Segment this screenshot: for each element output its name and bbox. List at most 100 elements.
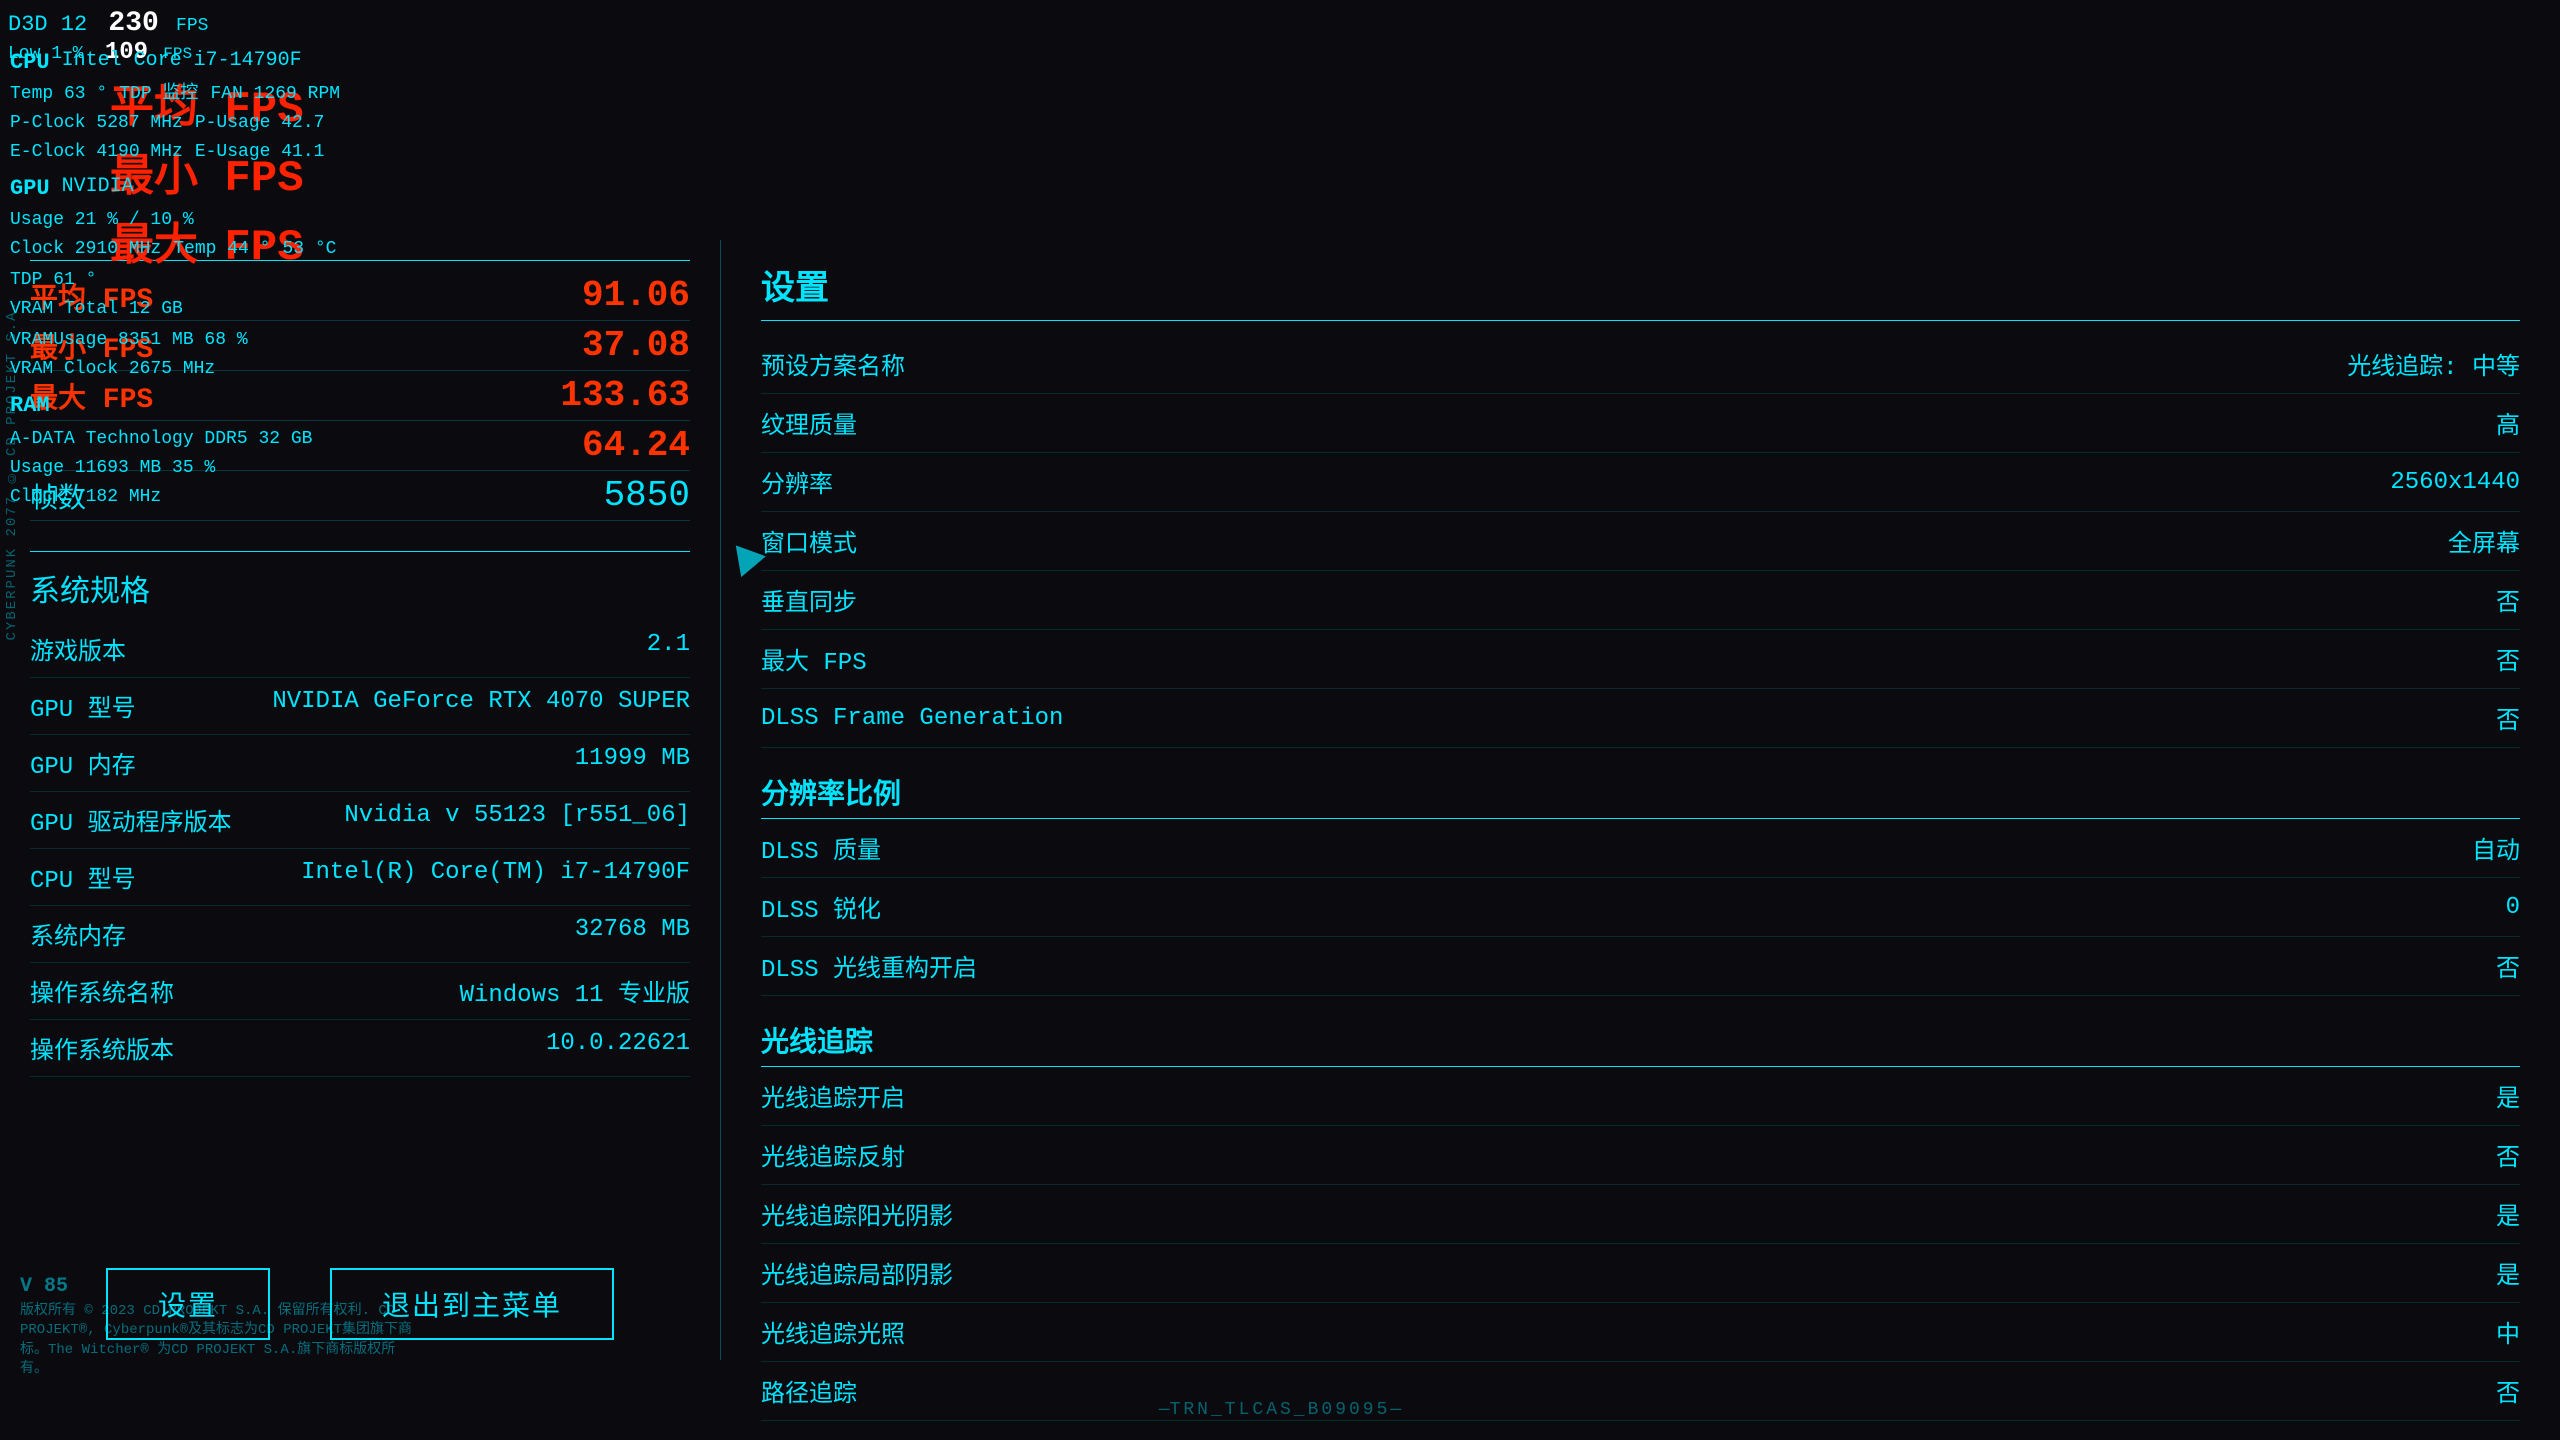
spec-key: 操作系统名称 <box>30 973 174 1009</box>
settings-key: 最大 FPS <box>761 641 867 677</box>
d3d-label: D3D 12 <box>8 12 87 37</box>
cpu-model: Intel Core i7-14790F <box>62 46 302 79</box>
spec-key: GPU 内存 <box>30 745 136 781</box>
spec-val: 11999 MB <box>575 745 690 781</box>
settings-row: DLSS Frame Generation否 <box>761 689 2520 748</box>
version-label: V 85 <box>20 1275 68 1298</box>
general-settings-rows: 预设方案名称 光线追踪: 中等纹理质量高分辨率 2560x1440 窗口模式 全屏幕垂直… <box>761 335 2520 748</box>
spec-val: 10.0.22621 <box>546 1030 690 1066</box>
raytracing-val: 是 <box>2496 1196 2520 1232</box>
specs-title: 系统规格 <box>30 552 690 621</box>
raytracing-row: 光线追踪反射 否 <box>761 1126 2520 1185</box>
resolution-val: 否 <box>2496 948 2520 984</box>
settings-key: 预设方案名称 <box>761 346 905 382</box>
right-panel: 设置 预设方案名称 光线追踪: 中等纹理质量高分辨率 2560x1440 窗口模式 全屏… <box>720 240 2560 1360</box>
version-info: V 85 版权所有 © 2023 CD PROJEKT S.A. 保留所有权利.… <box>20 1275 420 1380</box>
settings-key: 垂直同步 <box>761 582 857 618</box>
resolution-row: DLSS 锐化0 <box>761 878 2520 937</box>
cpu-pusage: P-Usage 42.7 <box>195 110 325 137</box>
fps-extra-value: 64.24 <box>490 425 690 466</box>
spec-key: 游戏版本 <box>30 631 126 667</box>
settings-row: 分辨率 2560x1440 <box>761 453 2520 512</box>
spec-row: GPU 型号 NVIDIA GeForce RTX 4070 SUPER <box>30 678 690 735</box>
spec-row: 游戏版本2.1 <box>30 621 690 678</box>
settings-key: 分辨率 <box>761 464 833 500</box>
settings-val: 否 <box>2496 641 2520 677</box>
resolution-row: DLSS 光线重构开启 否 <box>761 937 2520 996</box>
cpu-temp: Temp 63 ° <box>10 81 107 108</box>
settings-key: 纹理质量 <box>761 405 857 441</box>
settings-val: 2560x1440 <box>2390 469 2520 496</box>
fps-avg-value: 91.06 <box>490 275 690 316</box>
bottom-bar: — TRN_TLCAS_B09095 — <box>0 1400 2560 1420</box>
cpu-pclock: P-Clock 5287 MHz <box>10 110 183 137</box>
spec-key: 操作系统版本 <box>30 1030 174 1066</box>
gpu-label: GPU <box>10 172 50 205</box>
ram-usage: Usage 11693 MB 35 % <box>10 455 215 482</box>
gpu-temp1: Temp 44 ° <box>173 236 270 263</box>
settings-row: 纹理质量高 <box>761 394 2520 453</box>
resolution-rows: DLSS 质量自动DLSS 锐化0 DLSS 光线重构开启 否 <box>761 819 2520 996</box>
hud-overlay: CPU Intel Core i7-14790F Temp 63 ° TDP 监… <box>0 40 360 517</box>
raytracing-val: 否 <box>2496 1137 2520 1173</box>
ram-label: RAM <box>10 389 50 422</box>
spec-row: 操作系统名称Windows 11 专业版 <box>30 963 690 1020</box>
raytracing-row: 光线追踪阳光阴影 是 <box>761 1185 2520 1244</box>
gpu-vram-usage: VRAMUsage 8351 MB 68 % <box>10 327 248 354</box>
gpu-usage: Usage 21 % / 10 % <box>10 207 194 234</box>
cpu-label: CPU <box>10 46 50 79</box>
spec-row: GPU 驱动程序版本Nvidia v 55123 [r551_06] <box>30 792 690 849</box>
specs-section: 系统规格 游戏版本2.1 GPU 型号 NVIDIA GeForce RTX 407… <box>30 551 690 1077</box>
raytracing-row: 光线追踪光照中 <box>761 1303 2520 1362</box>
gpu-vram-total: VRAM Total 12 GB <box>10 296 183 323</box>
resolution-key: DLSS 光线重构开启 <box>761 948 977 984</box>
raytracing-key: 光线追踪反射 <box>761 1137 905 1173</box>
settings-key: DLSS Frame Generation <box>761 705 1063 732</box>
spec-val: Nvidia v 55123 [r551_06] <box>344 802 690 838</box>
cpu-fan: FAN 1269 RPM <box>210 81 340 108</box>
spec-row: 操作系统版本 10.0.22621 <box>30 1020 690 1077</box>
raytracing-key: 光线追踪局部阴影 <box>761 1255 953 1291</box>
resolution-val: 0 <box>2506 894 2520 921</box>
spec-row: 系统内存 32768 MB <box>30 906 690 963</box>
ram-clock: Clock 7182 MHz <box>10 484 161 511</box>
gpu-clock: Clock 2910 MHz <box>10 236 161 263</box>
spec-val: 32768 MB <box>575 916 690 952</box>
settings-row: 预设方案名称 光线追踪: 中等 <box>761 335 2520 394</box>
spec-row: GPU 内存 11999 MB <box>30 735 690 792</box>
raytracing-row: 光线追踪开启是 <box>761 1067 2520 1126</box>
specs-rows: 游戏版本2.1 GPU 型号 NVIDIA GeForce RTX 4070 SUP… <box>30 621 690 1077</box>
spec-key: CPU 型号 <box>30 859 136 895</box>
resolution-key: DLSS 质量 <box>761 830 881 866</box>
spec-key: 系统内存 <box>30 916 126 952</box>
gpu-temp2: 53 °C <box>282 236 336 263</box>
ram-brand: A-DATA Technology DDR5 32 GB <box>10 426 312 453</box>
d3d-fps: 230 <box>108 8 158 39</box>
fps-frames-value: 5850 <box>490 475 690 516</box>
spec-row: CPU 型号 Intel(R) Core(TM) i7-14790F <box>30 849 690 906</box>
bottom-watermark: TRN_TLCAS_B09095 <box>1170 1400 1391 1420</box>
raytracing-header: 光线追踪 <box>761 1006 2520 1067</box>
resolution-ratio-header: 分辨率比例 <box>761 758 2520 819</box>
main-container: 平均 FPS 91.06 最小 FPS 37.08 最大 FPS 133.63 … <box>0 240 2560 1360</box>
raytracing-key: 光线追踪光照 <box>761 1314 905 1350</box>
settings-title: 设置 <box>761 260 2520 321</box>
cpu-eclock: E-Clock 4190 MHz <box>10 139 183 166</box>
spec-val: NVIDIA GeForce RTX 4070 SUPER <box>272 688 690 724</box>
version-text: 版权所有 © 2023 CD PROJEKT S.A. 保留所有权利. CD P… <box>20 1302 420 1380</box>
settings-row: 窗口模式 全屏幕 <box>761 512 2520 571</box>
settings-key: 窗口模式 <box>761 523 857 559</box>
resolution-row: DLSS 质量自动 <box>761 819 2520 878</box>
raytracing-key: 光线追踪开启 <box>761 1078 905 1114</box>
fps-min-value: 37.08 <box>490 325 690 366</box>
spec-key: GPU 型号 <box>30 688 136 724</box>
settings-row: 最大 FPS 否 <box>761 630 2520 689</box>
settings-val: 全屏幕 <box>2448 523 2520 559</box>
raytracing-rows: 光线追踪开启是光线追踪反射否光线追踪阳光阴影是光线追踪局部阴影是光线追踪光照中路… <box>761 1067 2520 1421</box>
raytracing-key: 光线追踪阳光阴影 <box>761 1196 953 1232</box>
settings-val: 光线追踪: 中等 <box>2347 346 2520 382</box>
settings-val: 否 <box>2496 582 2520 618</box>
gpu-tdp: TDP 61 ° <box>10 267 96 294</box>
raytracing-val: 是 <box>2496 1255 2520 1291</box>
spec-val: Intel(R) Core(TM) i7-14790F <box>301 859 690 895</box>
